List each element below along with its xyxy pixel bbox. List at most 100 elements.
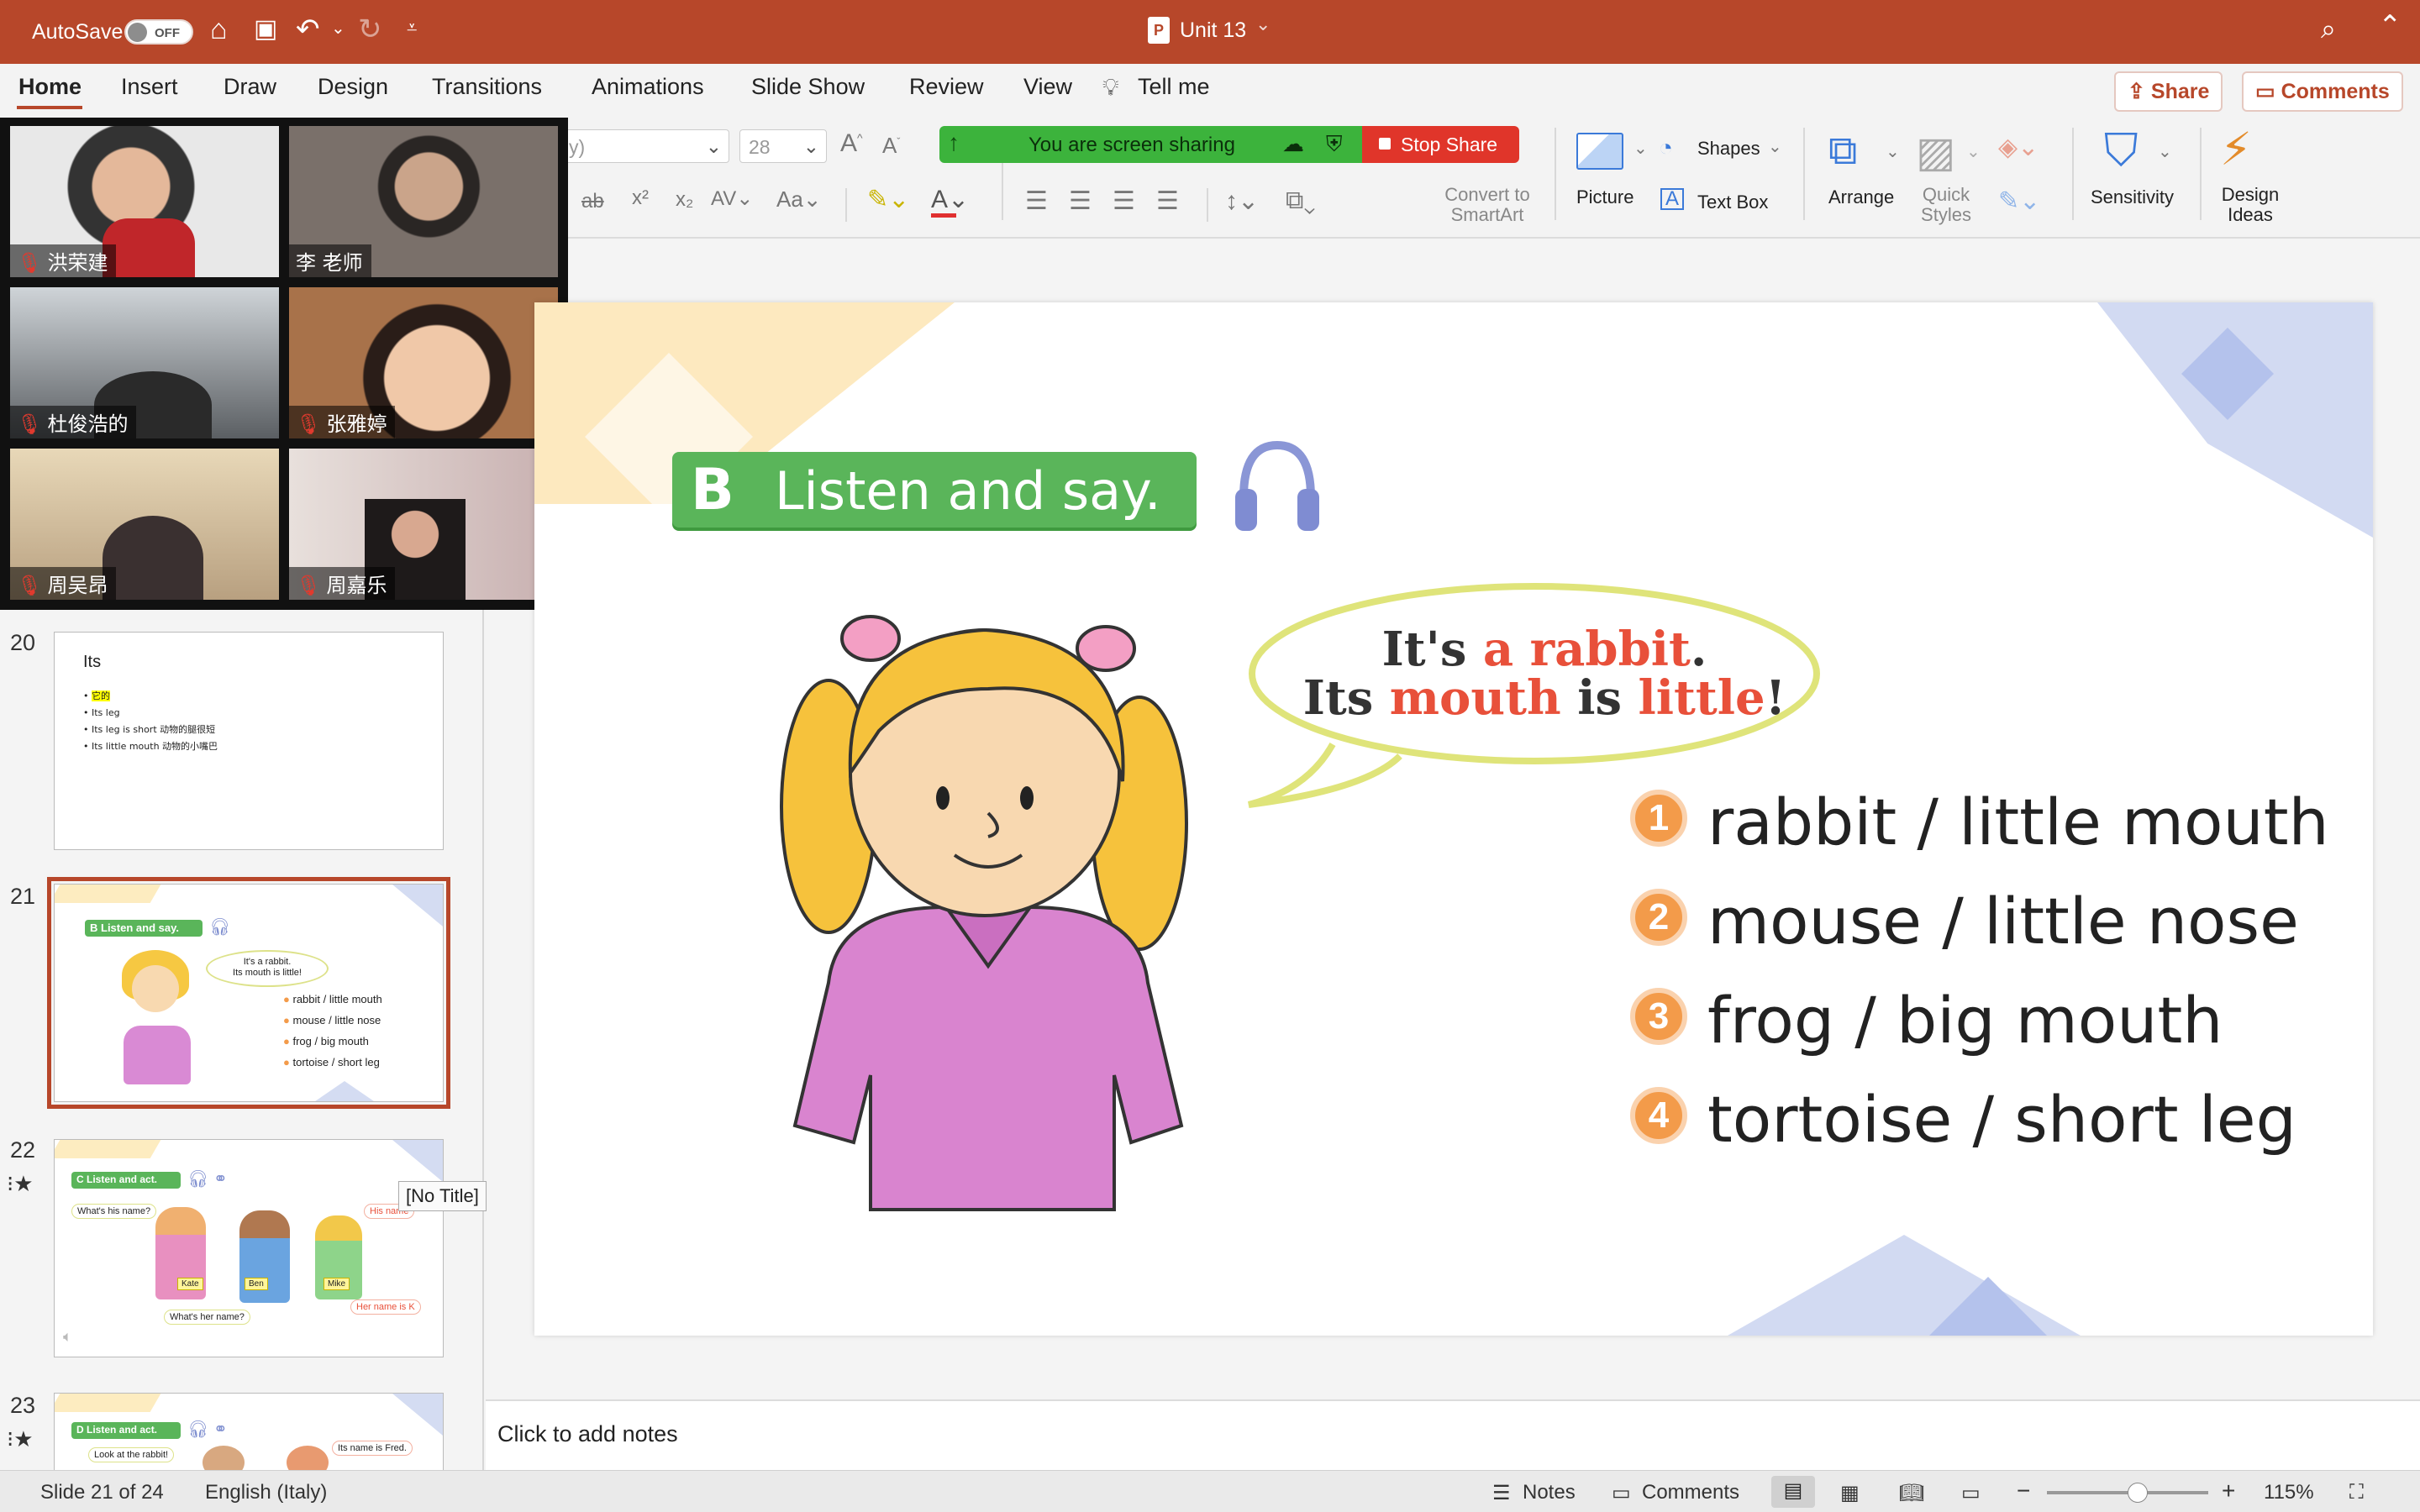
chevron-down-icon[interactable]: ⌄ [1966,141,1981,162]
video-gallery-panel[interactable]: 🎙︎ 洪荣建 李 老师 🎙︎ 杜俊浩的 🎙︎ 张雅婷 🎙︎ 周吴昂 🎙︎ 周嘉乐 [0,118,568,610]
fit-to-window-icon[interactable]: ⛶ [2349,1481,2364,1504]
collapse-ribbon-icon[interactable]: ⌃ [2378,12,2402,40]
tab-animations[interactable]: Animations [592,74,704,100]
notes-toggle[interactable]: Notes [1523,1481,1576,1504]
slide-thumbnail-23[interactable]: D Listen and act. 🎧︎ ⚭ Look at the rabbi… [54,1393,444,1470]
participant-tile[interactable]: 🎙︎ 杜俊浩的 [10,287,279,438]
increase-font-icon[interactable]: A^ [840,129,863,158]
participant-tile[interactable]: 李 老师 [289,126,558,277]
redo-icon[interactable]: ↻ [358,15,382,44]
shape-fill-icon[interactable]: ◈⌄ [1998,133,2039,162]
character-spacing-icon[interactable]: AV⌄ [711,186,753,211]
design-ideas-button[interactable]: Design Ideas [2210,185,2291,225]
strikethrough-icon[interactable]: ab [581,190,604,213]
reading-view-icon[interactable]: 📖︎ [1899,1481,1924,1505]
chevron-down-icon[interactable]: ⌄ [1634,138,1648,159]
shapes-label[interactable]: Shapes [1697,138,1760,160]
slide-header-banner[interactable]: B Listen and say. [672,452,1197,528]
tell-me-search[interactable]: Tell me [1138,74,1210,100]
tab-view[interactable]: View [1023,74,1072,100]
headphones-icon[interactable] [1234,437,1321,538]
justify-icon[interactable]: ☰ [1156,186,1179,216]
notes-icon[interactable]: ☰ [1492,1481,1511,1505]
participant-tile[interactable]: 🎙︎ 张雅婷 [289,287,558,438]
share-button[interactable]: ⇪ Share [2114,71,2223,112]
sensitivity-icon[interactable]: ⛉ [2104,124,2139,177]
superscript-icon[interactable]: x² [632,186,649,210]
tab-insert[interactable]: Insert [121,74,178,100]
tab-draw[interactable]: Draw [224,74,276,100]
participant-tile[interactable]: 🎙︎ 洪荣建 [10,126,279,277]
customize-toolbar-icon[interactable]: ⩡ [407,18,417,37]
slide-thumbnail-20[interactable]: Its • 它的 • Its leg • Its leg is short 动物… [54,632,444,850]
highlight-icon[interactable]: ✎⌄ [867,185,909,214]
tab-transitions[interactable]: Transitions [432,74,542,100]
shape-outline-icon[interactable]: ✎⌄ [1998,186,2040,216]
slide-sorter-icon[interactable]: ▦ [1840,1481,1860,1505]
tab-slide-show[interactable]: Slide Show [751,74,865,100]
decrease-font-icon[interactable]: Aˇ [882,133,900,159]
comments-button[interactable]: ▭ Comments [2242,71,2403,112]
comment-icon[interactable]: ▭ [1612,1481,1631,1505]
line-spacing-icon[interactable]: ↕⌄ [1225,186,1259,216]
chevron-down-icon[interactable]: ⌄ [2158,141,2172,162]
change-case-icon[interactable]: Aa⌄ [776,186,822,213]
participant-tile[interactable]: 🎙︎ 周吴昂 [10,449,279,600]
font-color-icon[interactable]: A⌄ [931,185,969,214]
notes-pane[interactable]: Click to add notes [486,1399,2420,1470]
save-icon[interactable]: ▣ [254,17,277,42]
autosave-toggle[interactable]: OFF [124,19,193,45]
align-right-icon[interactable]: ☰ [1113,186,1135,216]
normal-view-icon[interactable]: ▤ [1771,1476,1815,1508]
title-chevron-icon[interactable]: ⌄ [1255,13,1270,35]
font-name-dropdown[interactable]: y) ⌄ [560,129,729,163]
text-direction-icon[interactable]: ⧉⌄ [1286,186,1316,215]
zoom-in-icon[interactable]: + [2222,1478,2235,1504]
undo-dropdown-icon[interactable]: ⌄ [331,20,345,37]
home-icon[interactable]: ⌂ [210,15,228,44]
quick-styles-button[interactable]: Quick Styles [1912,185,1980,225]
zoom-slider-thumb[interactable] [2128,1483,2148,1503]
slide-thumbnail-pane[interactable]: 20 Its • 它的 • Its leg • Its leg is short… [0,610,484,1470]
slide-canvas[interactable]: B Listen and say. It's a rabbit. Its mou… [534,302,2373,1336]
shapes-icon[interactable]: ◔ [1659,134,1673,161]
document-title[interactable]: Unit 13 [1180,18,1246,43]
picture-label[interactable]: Picture [1576,186,1634,208]
zoom-slider[interactable] [2047,1483,2208,1503]
align-left-icon[interactable]: ☰ [1025,186,1048,216]
search-icon[interactable]: ⌕ [2321,15,2336,42]
lightbulb-icon: 💡︎ [1102,74,1119,100]
zoom-level[interactable]: 115% [2264,1481,2314,1504]
thumbnail-tooltip: [No Title] [398,1181,487,1211]
comments-toggle[interactable]: Comments [1642,1481,1739,1504]
tab-review[interactable]: Review [909,74,984,100]
sharing-status[interactable]: ↑ You are screen sharing ☁ ⛨ [939,126,1362,163]
text-box-icon[interactable]: A [1660,188,1684,210]
design-ideas-icon[interactable]: ⚡︎ [2220,123,2252,176]
slideshow-icon[interactable]: ▭ [1961,1481,1981,1505]
quick-styles-icon[interactable]: ▨ [1916,128,1955,176]
convert-smartart-button[interactable]: Convert to SmartArt [1420,185,1555,225]
chevron-down-icon[interactable]: ⌄ [1768,136,1782,157]
subscript-icon[interactable]: x₂ [676,188,693,212]
sensitivity-label[interactable]: Sensitivity [2091,186,2174,208]
zoom-out-icon[interactable]: − [2017,1478,2030,1504]
undo-icon[interactable]: ↶ [296,15,320,44]
arrange-icon[interactable]: ⧉ [1828,128,1857,175]
tab-home[interactable]: Home [18,74,82,100]
picture-icon[interactable] [1576,133,1623,170]
arrange-label[interactable]: Arrange [1828,186,1894,208]
stop-share-button[interactable]: Stop Share [1362,126,1519,163]
chevron-down-icon[interactable]: ⌄ [1886,141,1900,162]
slide-thumbnail-22[interactable]: C Listen and act. 🎧︎ ⚭ What's his name? … [54,1139,444,1357]
muted-mic-icon: 🎙︎ [17,251,43,275]
ribbon-tab-bar: Home Insert Draw Design Transitions Anim… [0,64,2420,113]
align-center-icon[interactable]: ☰ [1069,186,1092,216]
text-box-label[interactable]: Text Box [1697,192,1768,213]
bubble-line-2: Its mouth is little! [1302,670,1786,726]
slide-thumbnail-21[interactable]: B Listen and say. 🎧︎ It's a rabbit. Its … [47,877,450,1109]
font-size-dropdown[interactable]: 28 ⌄ [739,129,827,163]
language-indicator[interactable]: English (Italy) [205,1481,327,1504]
participant-tile[interactable]: 🎙︎ 周嘉乐 [289,449,558,600]
tab-design[interactable]: Design [318,74,388,100]
